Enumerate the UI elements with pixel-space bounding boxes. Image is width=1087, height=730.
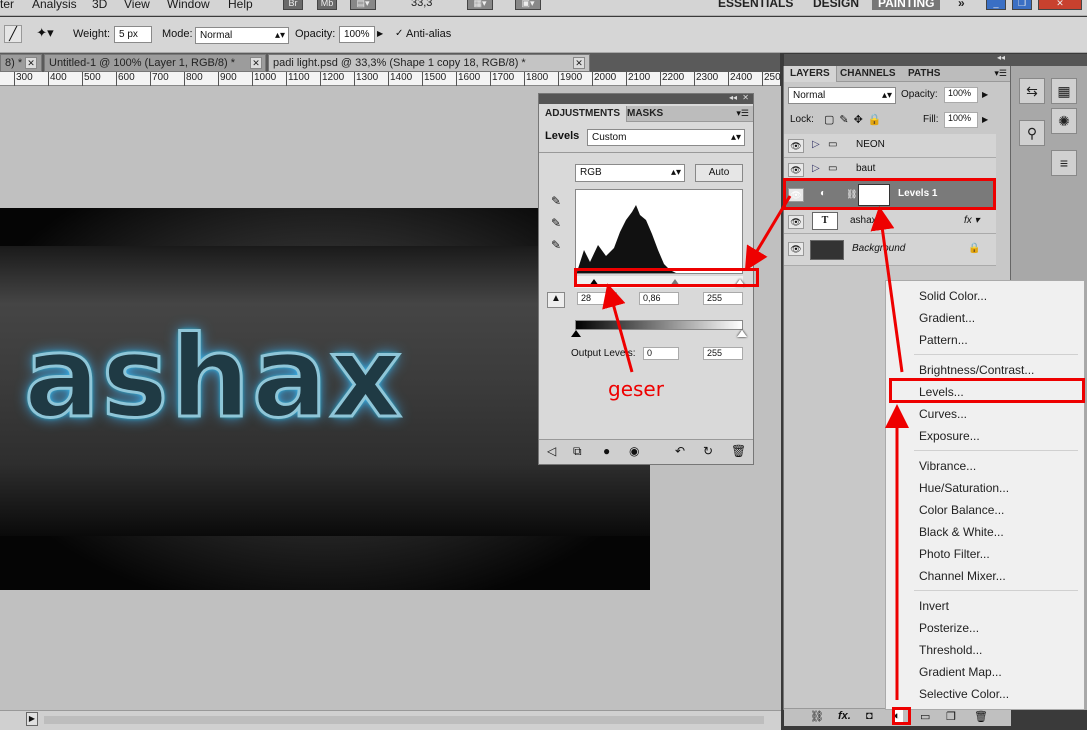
annotation-arrows	[602, 195, 909, 700]
arrow-to-layer	[870, 206, 904, 373]
arrow-to-sliders	[744, 195, 792, 272]
arrow-geser	[602, 283, 634, 373]
